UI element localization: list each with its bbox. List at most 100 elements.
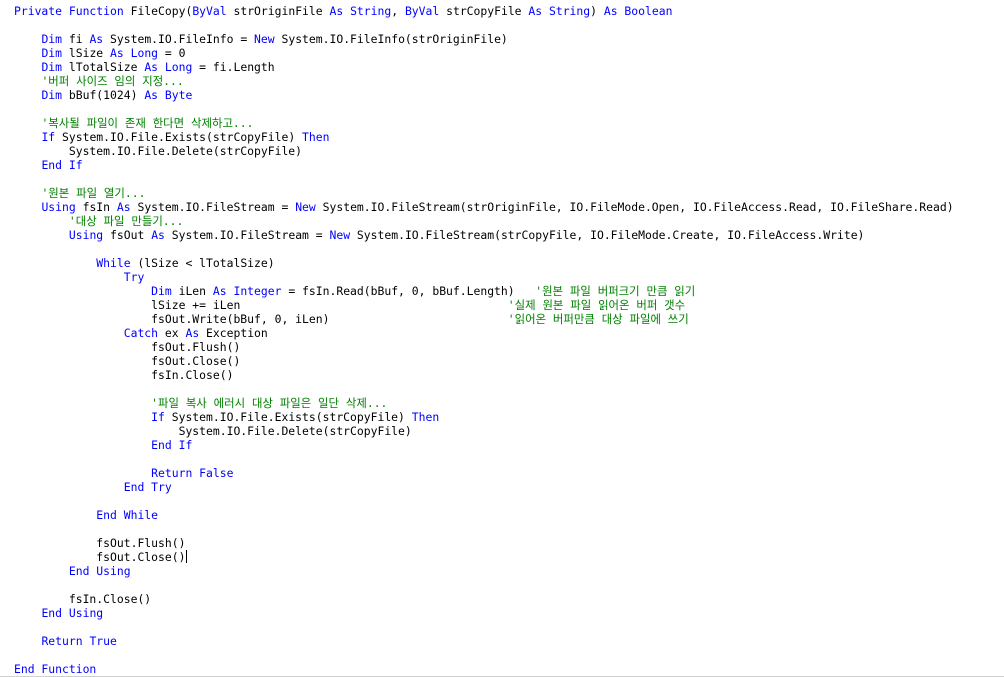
code-line[interactable]: Dim bBuf(1024) As Byte	[14, 88, 192, 102]
code-line[interactable]: '버퍼 사이즈 임의 지정...	[14, 74, 184, 88]
code-keyword: Dim	[41, 46, 63, 60]
code-line[interactable]: fsIn.Close()	[14, 592, 151, 606]
code-comment: '대상 파일 만들기...	[68, 214, 184, 228]
code-text: FileCopy(	[130, 4, 193, 18]
code-comment: '원본 파일 열기...	[41, 186, 146, 200]
code-line[interactable]: End If	[14, 158, 82, 172]
code-line[interactable]: Return False	[14, 466, 233, 480]
code-text: fsOut.Write(bBuf, 0, iLen)	[14, 312, 508, 326]
code-keyword: End While	[96, 508, 159, 522]
code-keyword: Dim	[151, 284, 172, 298]
code-line[interactable]: System.IO.File.Delete(strCopyFile)	[14, 144, 302, 158]
code-text: fsOut.Flush()	[14, 536, 186, 550]
code-line[interactable]: End While	[14, 508, 158, 522]
code-line[interactable]: Try	[14, 270, 145, 284]
code-keyword: Dim	[41, 32, 63, 46]
code-keyword: As String	[528, 4, 591, 18]
code-text: iLen	[171, 284, 213, 298]
code-text: System.IO.FileStream(strOriginFile, IO.F…	[315, 200, 954, 214]
code-line[interactable]: '복사될 파일이 존재 한다면 삭제하고...	[14, 116, 254, 130]
code-line[interactable]: fsOut.Write(bBuf, 0, iLen) '읽어온 버퍼만큼 대상 …	[14, 312, 689, 326]
code-keyword: End Try	[123, 480, 172, 494]
code-text: fsOut	[103, 228, 152, 242]
code-text: System.IO.File.Delete(strCopyFile)	[14, 144, 303, 158]
code-line[interactable]: If System.IO.File.Exists(strCopyFile) Th…	[14, 410, 439, 424]
code-text: fi	[62, 32, 90, 46]
code-keyword: Private Function	[14, 4, 131, 18]
code-keyword: As String	[329, 4, 392, 18]
code-text: System.IO.FileStream =	[164, 228, 330, 242]
code-comment: '버퍼 사이즈 임의 지정...	[41, 74, 184, 88]
code-line[interactable]: End Function	[14, 662, 96, 676]
code-text: = fsIn.Read(bBuf, 0, bBuf.Length)	[281, 284, 536, 298]
code-text: System.IO.FileStream(strCopyFile, IO.Fil…	[350, 228, 865, 242]
code-line[interactable]: '원본 파일 열기...	[14, 186, 145, 200]
code-line[interactable]: System.IO.File.Delete(strCopyFile)	[14, 424, 412, 438]
code-line[interactable]: Dim fi As System.IO.FileInfo = New Syste…	[14, 32, 507, 46]
code-line[interactable]: End Using	[14, 606, 103, 620]
code-text: fsOut.Close()	[14, 354, 241, 368]
code-line[interactable]: Dim lSize As Long = 0	[14, 46, 185, 60]
code-keyword: Then	[302, 130, 330, 144]
code-keyword: If	[41, 130, 56, 144]
code-keyword: ByVal	[404, 4, 440, 18]
code-keyword: As	[116, 200, 131, 214]
code-line[interactable]: fsIn.Close()	[14, 368, 233, 382]
code-keyword: While	[96, 256, 131, 270]
code-text: System.IO.File.Exists(strCopyFile)	[55, 130, 303, 144]
code-keyword: ByVal	[192, 4, 227, 18]
code-line[interactable]: While (lSize < lTotalSize)	[14, 256, 274, 270]
code-line[interactable]: Using fsIn As System.IO.FileStream = New…	[14, 200, 954, 214]
code-line[interactable]: fsOut.Flush()	[14, 340, 240, 354]
code-keyword: New	[295, 200, 316, 214]
code-line[interactable]: End Try	[14, 480, 172, 494]
code-keyword: As Long	[144, 60, 193, 74]
code-text: bBuf(1024)	[62, 88, 145, 102]
code-comment: '파일 복사 에러시 대상 파일은 일단 삭제...	[151, 396, 388, 410]
code-line[interactable]: End If	[14, 438, 192, 452]
code-text: System.IO.File.Exists(strCopyFile)	[164, 410, 412, 424]
code-comment: '실제 원본 파일 읽어온 버퍼 갯수	[507, 298, 686, 312]
code-line[interactable]: End Using	[14, 564, 131, 578]
code-line[interactable]: Dim iLen As Integer = fsIn.Read(bBuf, 0,…	[14, 284, 695, 298]
code-text: )	[590, 4, 604, 18]
code-keyword: Then	[411, 410, 440, 424]
code-editor[interactable]: Private Function FileCopy(ByVal strOrigi…	[0, 0, 1004, 677]
code-comment: '복사될 파일이 존재 한다면 삭제하고...	[41, 116, 254, 130]
code-line[interactable]: '파일 복사 에러시 대상 파일은 일단 삭제...	[14, 396, 387, 410]
code-line[interactable]: Using fsOut As System.IO.FileStream = Ne…	[14, 228, 865, 242]
code-keyword: Using	[41, 200, 76, 214]
code-keyword: As Long	[110, 46, 159, 60]
code-keyword: Dim	[41, 88, 63, 102]
code-keyword: New	[329, 228, 351, 242]
code-text: strOriginFile	[226, 4, 330, 18]
code-line[interactable]: Catch ex As Exception	[14, 326, 268, 340]
code-text: fsOut.Close()	[14, 550, 186, 564]
text-cursor	[186, 550, 188, 563]
code-line[interactable]: '대상 파일 만들기...	[14, 214, 184, 228]
code-line[interactable]: Private Function FileCopy(ByVal strOrigi…	[14, 4, 672, 18]
code-keyword: End Function	[14, 662, 97, 676]
code-line[interactable]: If System.IO.File.Exists(strCopyFile) Th…	[14, 130, 329, 144]
code-line[interactable]: fsOut.Close()	[14, 354, 240, 368]
code-text: fsIn	[75, 200, 117, 214]
code-line[interactable]: fsOut.Close()	[14, 550, 188, 564]
code-line[interactable]: Dim lTotalSize As Long = fi.Length	[14, 60, 274, 74]
code-line[interactable]: lSize += iLen '실제 원본 파일 읽어온 버퍼 갯수	[14, 298, 685, 312]
code-line[interactable]: fsOut.Flush()	[14, 536, 185, 550]
code-text: fsIn.Close()	[14, 368, 234, 382]
code-line[interactable]: Return True	[14, 634, 116, 648]
